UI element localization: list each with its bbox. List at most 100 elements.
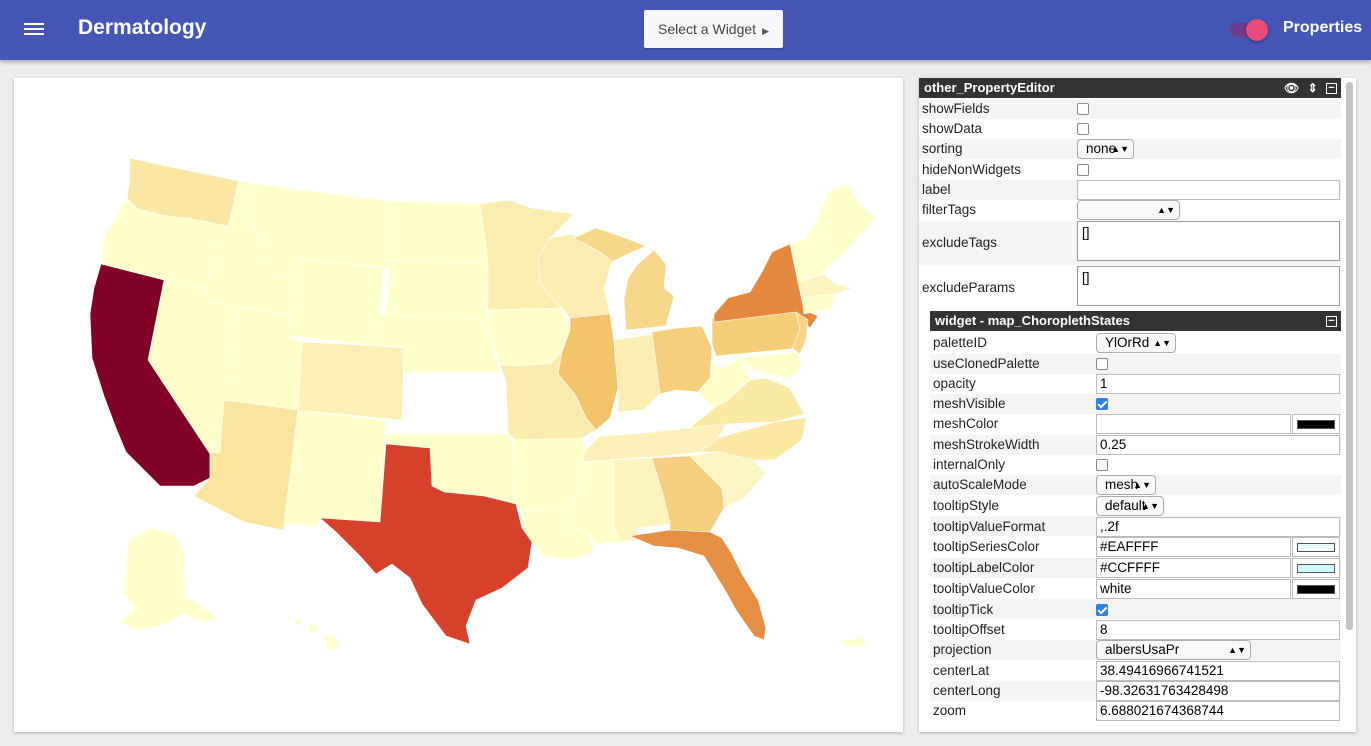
select-paletteid-value: YlOrRd bbox=[1105, 335, 1150, 350]
label-showdata: showData bbox=[922, 121, 983, 136]
label-showfields: showFields bbox=[922, 101, 990, 116]
label-opacity: opacity bbox=[933, 376, 976, 391]
state-hawaii[interactable] bbox=[293, 617, 341, 651]
properties-label: Properties bbox=[1283, 19, 1363, 36]
checkbox-internalonly[interactable] bbox=[1096, 459, 1108, 471]
input-opacity[interactable]: 1 bbox=[1096, 374, 1340, 394]
properties-toggle[interactable] bbox=[1230, 19, 1268, 41]
input-zoom[interactable]: 6.688021674368744 bbox=[1096, 701, 1340, 721]
us-states-map bbox=[89, 157, 877, 651]
label-tooltipoffset: tooltipOffset bbox=[933, 622, 1005, 637]
label-tooltipstyle: tooltipStyle bbox=[933, 498, 1000, 513]
widget-title: widget - map_ChoroplethStates bbox=[935, 313, 1131, 328]
input-tooltipvaluecolor[interactable]: white bbox=[1096, 579, 1291, 599]
textarea-excludetags[interactable]: [] bbox=[1077, 221, 1340, 261]
select-tooltipstyle[interactable]: default ▲▼ bbox=[1096, 496, 1164, 516]
property-panel-scrollbar[interactable] bbox=[1346, 82, 1353, 630]
select-paletteid[interactable]: YlOrRd ▲▼ bbox=[1096, 333, 1176, 353]
state-north-dakota[interactable] bbox=[389, 200, 489, 263]
swatch-fill bbox=[1297, 420, 1335, 429]
input-tooltipseriescolor[interactable]: #EAFFFF bbox=[1096, 537, 1291, 557]
textarea-excludeparams[interactable]: [] bbox=[1077, 266, 1340, 306]
state-new-mexico[interactable] bbox=[283, 409, 387, 527]
select-arrows-icon: ▲▼ bbox=[1153, 338, 1171, 348]
label-meshcolor: meshColor bbox=[933, 416, 999, 431]
select-widget-label: Select a Widget bbox=[658, 21, 757, 37]
property-editor-title: other_PropertyEditor bbox=[924, 80, 1055, 95]
select-sorting[interactable]: none ▲▼ bbox=[1077, 139, 1134, 159]
select-arrows-icon: ▲▼ bbox=[1228, 645, 1246, 655]
checkbox-showdata[interactable] bbox=[1077, 123, 1089, 135]
state-indiana[interactable] bbox=[613, 333, 661, 413]
property-editor-header: other_PropertyEditor 👁 ⇕ − bbox=[919, 78, 1341, 98]
select-filtertags[interactable]: ▲▼ bbox=[1077, 200, 1180, 220]
select-autoscalemode[interactable]: mesh ▲▼ bbox=[1096, 475, 1156, 495]
label-hidenonwidgets: hideNonWidgets bbox=[922, 162, 1022, 177]
color-swatch-tooltipvaluecolor[interactable] bbox=[1292, 579, 1340, 599]
checkbox-meshvisible[interactable] bbox=[1096, 398, 1108, 410]
swatch-fill bbox=[1297, 564, 1335, 573]
top-app-bar: Dermatology Select a Widget ▶ Properties bbox=[0, 0, 1371, 60]
choropleth-map-panel bbox=[14, 78, 903, 732]
state-florida[interactable] bbox=[629, 529, 767, 641]
sort-icon[interactable]: ⇕ bbox=[1308, 81, 1318, 95]
label-autoscalemode: autoScaleMode bbox=[933, 477, 1027, 492]
checkbox-hidenonwidgets[interactable] bbox=[1077, 164, 1089, 176]
label-useclonedpalette: useClonedPalette bbox=[933, 356, 1040, 371]
checkbox-tooltiptick[interactable] bbox=[1096, 604, 1108, 616]
input-meshcolor[interactable] bbox=[1096, 414, 1291, 434]
checkbox-useclonedpalette[interactable] bbox=[1096, 358, 1108, 370]
color-swatch-tooltipseriescolor[interactable] bbox=[1292, 537, 1340, 557]
label-internalonly: internalOnly bbox=[933, 457, 1006, 472]
toggle-knob bbox=[1246, 19, 1268, 41]
label-meshstrokewidth: meshStrokeWidth bbox=[933, 437, 1040, 452]
input-tooltiplabelcolor[interactable]: #CCFFFF bbox=[1096, 558, 1291, 578]
label-label: label bbox=[922, 182, 951, 197]
eye-icon[interactable]: 👁 bbox=[1284, 81, 1299, 95]
label-tooltipvalueformat: tooltipValueFormat bbox=[933, 519, 1046, 534]
state-ohio[interactable] bbox=[651, 325, 713, 395]
swatch-fill bbox=[1297, 585, 1335, 594]
collapse-icon[interactable]: − bbox=[1326, 316, 1337, 328]
label-sorting: sorting bbox=[922, 141, 963, 156]
collapse-icon[interactable]: − bbox=[1326, 83, 1337, 95]
state-maine[interactable] bbox=[817, 183, 877, 275]
select-arrows-icon: ▲▼ bbox=[1133, 480, 1151, 490]
input-label[interactable] bbox=[1077, 180, 1340, 200]
input-meshstrokewidth[interactable]: 0.25 bbox=[1096, 435, 1340, 455]
checkbox-showfields[interactable] bbox=[1077, 103, 1089, 115]
hamburger-menu-icon[interactable] bbox=[22, 20, 46, 40]
app-title: Dermatology bbox=[78, 16, 207, 39]
state-alaska[interactable] bbox=[119, 527, 219, 631]
select-widget-button[interactable]: Select a Widget ▶ bbox=[644, 10, 783, 48]
state-wyoming[interactable] bbox=[289, 257, 385, 347]
input-tooltipoffset[interactable]: 8 bbox=[1096, 620, 1340, 640]
select-tooltipstyle-value: default bbox=[1105, 498, 1146, 513]
label-zoom: zoom bbox=[933, 703, 967, 718]
label-tooltipvaluecolor: tooltipValueColor bbox=[933, 581, 1035, 596]
label-excludetags: excludeTags bbox=[922, 235, 998, 250]
caret-right-icon: ▶ bbox=[762, 26, 769, 36]
input-centerlong[interactable]: -98.32631763428498 bbox=[1096, 681, 1340, 701]
label-tooltipseriescolor: tooltipSeriesColor bbox=[933, 539, 1040, 554]
state-maryland[interactable] bbox=[739, 351, 803, 379]
label-filtertags: filterTags bbox=[922, 202, 977, 217]
select-arrows-icon: ▲▼ bbox=[1141, 501, 1159, 511]
select-projection[interactable]: albersUsaPr ▲▼ bbox=[1096, 640, 1251, 660]
state-utah[interactable] bbox=[223, 305, 303, 411]
property-editor-panel: other_PropertyEditor 👁 ⇕ − showFields sh… bbox=[919, 78, 1356, 732]
input-centerlat[interactable]: 38.49416966741521 bbox=[1096, 661, 1340, 681]
label-tooltiptick: tooltipTick bbox=[933, 602, 994, 617]
input-tooltipvalueformat[interactable]: ,.2f bbox=[1096, 517, 1340, 537]
label-excludeparams: excludeParams bbox=[922, 280, 1016, 295]
color-swatch-tooltiplabelcolor[interactable] bbox=[1292, 558, 1340, 578]
label-tooltiplabelcolor: tooltipLabelColor bbox=[933, 560, 1035, 575]
label-paletteid: paletteID bbox=[933, 335, 988, 350]
territory-puerto-rico[interactable] bbox=[841, 637, 867, 647]
swatch-fill bbox=[1297, 543, 1335, 552]
state-kansas[interactable] bbox=[401, 371, 509, 435]
color-swatch-meshcolor[interactable] bbox=[1292, 414, 1340, 434]
state-colorado[interactable] bbox=[297, 341, 405, 421]
select-arrows-icon: ▲▼ bbox=[1111, 144, 1129, 154]
label-meshvisible: meshVisible bbox=[933, 396, 1006, 411]
